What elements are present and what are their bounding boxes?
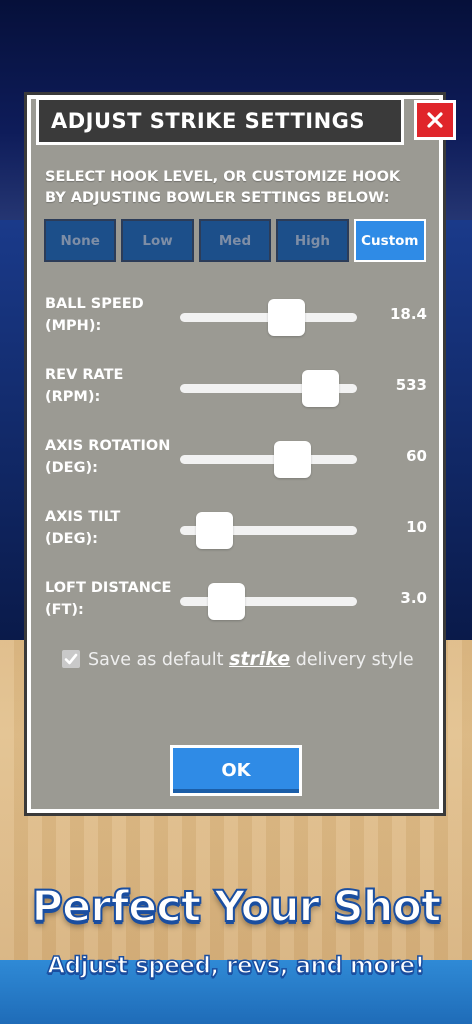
promo-subtitle: Adjust speed, revs, and more! (47, 952, 426, 980)
setting-axis-rotation: AXIS ROTATION (DEG): 60 (45, 435, 427, 485)
close-button[interactable] (414, 100, 456, 140)
axis-rotation-value: 60 (406, 447, 427, 465)
ball-speed-slider-thumb[interactable] (268, 299, 306, 336)
save-default-label: Save as default strike delivery style (88, 648, 414, 670)
promo-title: Perfect Your Shot (31, 881, 443, 933)
loft-distance-slider-thumb[interactable] (208, 583, 246, 620)
setting-label: BALL SPEED (MPH): (45, 296, 144, 334)
hook-level-selector: None Low Med High Custom (44, 219, 427, 262)
setting-label: AXIS TILT (DEG): (45, 509, 121, 547)
hook-low-button[interactable]: Low (121, 219, 194, 262)
rev-rate-slider[interactable] (180, 370, 357, 407)
strike-emphasis: strike (229, 648, 291, 670)
hook-instructions: SELECT HOOK LEVEL, OR CUSTOMIZE HOOK BY … (45, 169, 401, 206)
setting-loft-distance: LOFT DISTANCE (FT): 3.0 (45, 577, 427, 627)
axis-tilt-slider-thumb[interactable] (195, 512, 233, 549)
setting-ball-speed: BALL SPEED (MPH): 18.4 (45, 293, 427, 343)
hook-med-button[interactable]: Med (198, 219, 272, 262)
ball-speed-slider[interactable] (180, 299, 357, 336)
dialog-title: ADJUST STRIKE SETTINGS (51, 109, 366, 133)
setting-label: AXIS ROTATION (DEG): (45, 438, 171, 476)
axis-tilt-value: 10 (406, 518, 427, 536)
close-icon (427, 112, 443, 128)
save-default-checkbox[interactable] (62, 650, 80, 668)
ball-speed-value: 18.4 (389, 305, 427, 323)
loft-distance-value: 3.0 (400, 589, 427, 607)
axis-rotation-slider[interactable] (180, 441, 357, 478)
rev-rate-slider-thumb[interactable] (301, 370, 339, 407)
ok-button[interactable]: OK (170, 745, 302, 796)
axis-rotation-slider-thumb[interactable] (273, 441, 311, 478)
setting-axis-tilt: AXIS TILT (DEG): 10 (45, 506, 427, 556)
hook-custom-button[interactable]: Custom (353, 219, 427, 262)
save-default-option[interactable]: Save as default strike delivery style (62, 645, 432, 673)
setting-label: LOFT DISTANCE (FT): (45, 580, 172, 618)
setting-rev-rate: REV RATE (RPM): 533 (45, 364, 427, 414)
rev-rate-value: 533 (395, 376, 427, 394)
hook-high-button[interactable]: High (276, 219, 349, 262)
check-icon (64, 653, 78, 665)
loft-distance-slider[interactable] (180, 583, 357, 620)
hook-none-button[interactable]: None (44, 219, 117, 262)
dialog-title-bar: ADJUST STRIKE SETTINGS (36, 97, 404, 145)
axis-tilt-slider[interactable] (180, 512, 357, 549)
setting-label: REV RATE (RPM): (45, 367, 124, 405)
